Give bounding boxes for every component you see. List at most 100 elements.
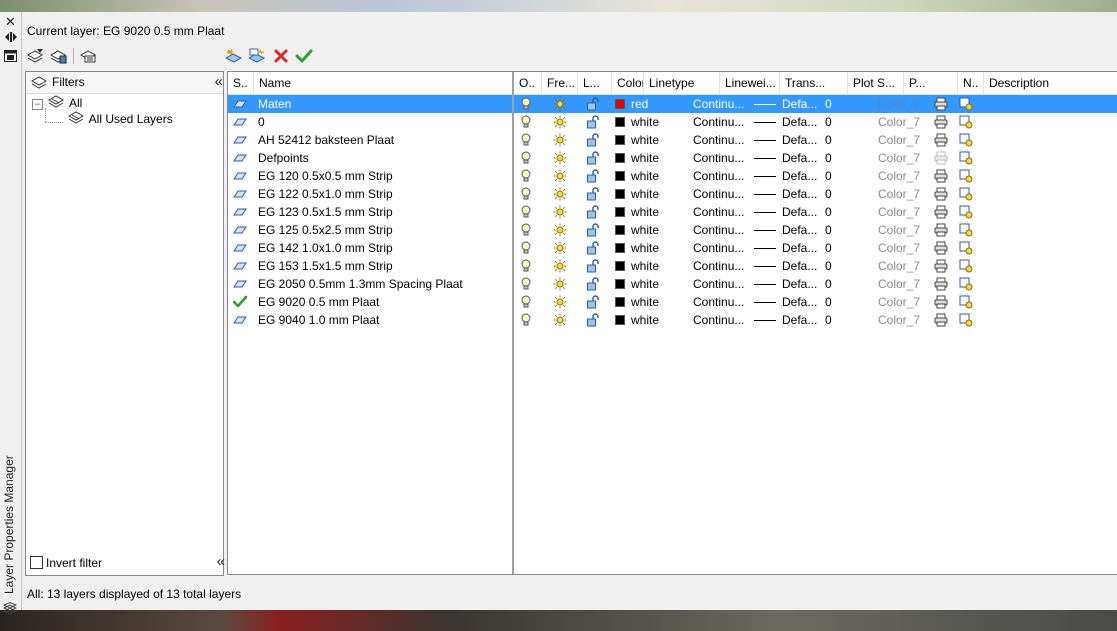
- col-lineweight-header[interactable]: Linewei...: [720, 72, 780, 94]
- printer-icon[interactable]: [934, 223, 948, 237]
- col-name-header[interactable]: Name: [254, 72, 514, 94]
- lightbulb-icon[interactable]: [520, 169, 534, 183]
- new-vp-freeze-icon[interactable]: [959, 133, 973, 147]
- col-on-header[interactable]: O..: [514, 72, 542, 94]
- new-vp-freeze-icon[interactable]: [959, 313, 973, 327]
- sun-icon[interactable]: [553, 151, 567, 165]
- layer-row[interactable]: EG 142 1.0x1.0 mm Strip white Continu... De…: [228, 239, 1117, 257]
- invert-filter-checkbox[interactable]: [30, 556, 43, 569]
- color-swatch[interactable]: [615, 261, 625, 271]
- printer-icon[interactable]: [934, 133, 948, 147]
- color-swatch[interactable]: [615, 153, 625, 163]
- printer-icon[interactable]: [934, 169, 948, 183]
- color-swatch[interactable]: [615, 315, 625, 325]
- new-vp-freeze-icon[interactable]: [959, 295, 973, 309]
- color-swatch[interactable]: [615, 243, 625, 253]
- color-swatch[interactable]: [615, 117, 625, 127]
- frozen-pane-divider[interactable]: [512, 72, 514, 574]
- lightbulb-icon[interactable]: [520, 223, 534, 237]
- col-color-header[interactable]: Color: [612, 72, 644, 94]
- new-vp-freeze-icon[interactable]: [959, 277, 973, 291]
- new-vp-freeze-icon[interactable]: [959, 259, 973, 273]
- printer-icon[interactable]: [934, 187, 948, 201]
- col-plot-header[interactable]: P...: [904, 72, 958, 94]
- lightbulb-icon[interactable]: [520, 115, 534, 129]
- col-freeze-header[interactable]: Fre...: [542, 72, 578, 94]
- lightbulb-icon[interactable]: [520, 97, 534, 111]
- sun-icon[interactable]: [553, 313, 567, 327]
- sun-icon[interactable]: [553, 223, 567, 237]
- delete-layer-icon[interactable]: [271, 46, 291, 66]
- layer-row[interactable]: EG 9020 0.5 mm Plaat white Continu... Defa.…: [228, 293, 1117, 311]
- printer-icon[interactable]: [934, 295, 948, 309]
- printer-icon[interactable]: [934, 313, 948, 327]
- layer-states-manager-icon[interactable]: [78, 46, 98, 66]
- new-layer-vp-frozen-icon[interactable]: [247, 46, 267, 66]
- sun-icon[interactable]: [553, 295, 567, 309]
- sun-icon[interactable]: [553, 277, 567, 291]
- col-transparency-header[interactable]: Trans...: [780, 72, 848, 94]
- unlock-icon[interactable]: [586, 223, 600, 237]
- lightbulb-icon[interactable]: [520, 205, 534, 219]
- layer-row[interactable]: EG 153 1.5x1.5 mm Strip white Continu... De…: [228, 257, 1117, 275]
- new-vp-freeze-icon[interactable]: [959, 241, 973, 255]
- sun-icon[interactable]: [553, 241, 567, 255]
- layer-row[interactable]: EG 2050 0.5mm 1.3mm Spacing Plaat white Co…: [228, 275, 1117, 293]
- properties-menu-icon[interactable]: [3, 50, 18, 64]
- unlock-icon[interactable]: [586, 151, 600, 165]
- lightbulb-icon[interactable]: [520, 295, 534, 309]
- unlock-icon[interactable]: [586, 115, 600, 129]
- unlock-icon[interactable]: [586, 295, 600, 309]
- lightbulb-icon[interactable]: [520, 187, 534, 201]
- sun-icon[interactable]: [553, 133, 567, 147]
- close-icon[interactable]: ✕: [3, 15, 18, 29]
- new-property-filter-icon[interactable]: [25, 46, 45, 66]
- col-description-header[interactable]: Description: [984, 72, 1117, 94]
- new-vp-freeze-icon[interactable]: [959, 151, 973, 165]
- auto-hide-icon[interactable]: [3, 31, 18, 45]
- new-vp-freeze-icon[interactable]: [959, 205, 973, 219]
- unlock-icon[interactable]: [586, 169, 600, 183]
- lightbulb-icon[interactable]: [520, 313, 534, 327]
- sun-icon[interactable]: [553, 97, 567, 111]
- layer-row[interactable]: EG 120 0.5x0.5 mm Strip white Continu... De…: [228, 167, 1117, 185]
- collapse-filters-bottom-icon[interactable]: «: [217, 553, 226, 571]
- lightbulb-icon[interactable]: [520, 277, 534, 291]
- printer-icon[interactable]: [934, 115, 948, 129]
- layer-row[interactable]: 0 white Continu... Defa... 0 Color_7: [228, 113, 1117, 131]
- printer-icon[interactable]: [934, 241, 948, 255]
- lightbulb-icon[interactable]: [520, 259, 534, 273]
- layer-row[interactable]: Defpoints white Continu... Defa... 0 Color_7: [228, 149, 1117, 167]
- tree-item-all-used-layers[interactable]: All Used Layers: [66, 111, 173, 127]
- new-group-filter-icon[interactable]: [48, 46, 68, 66]
- new-vp-freeze-icon[interactable]: [959, 223, 973, 237]
- col-status-header[interactable]: S..: [228, 72, 254, 94]
- tree-item-all[interactable]: − All: [32, 95, 82, 111]
- sun-icon[interactable]: [553, 115, 567, 129]
- printer-icon[interactable]: [934, 97, 948, 111]
- col-lock-header[interactable]: L...: [578, 72, 612, 94]
- sun-icon[interactable]: [553, 169, 567, 183]
- set-current-icon[interactable]: [294, 46, 314, 66]
- unlock-icon[interactable]: [586, 259, 600, 273]
- unlock-icon[interactable]: [586, 313, 600, 327]
- lightbulb-icon[interactable]: [520, 151, 534, 165]
- unlock-icon[interactable]: [586, 241, 600, 255]
- col-newvp-header[interactable]: N..: [958, 72, 984, 94]
- layer-row[interactable]: EG 122 0.5x1.0 mm Strip white Continu... De…: [228, 185, 1117, 203]
- col-plotstyle-header[interactable]: Plot S...: [848, 72, 904, 94]
- unlock-icon[interactable]: [586, 187, 600, 201]
- sun-icon[interactable]: [553, 205, 567, 219]
- col-linetype-header[interactable]: Linetype: [644, 72, 720, 94]
- collapse-filters-icon[interactable]: «: [215, 73, 224, 91]
- layer-row[interactable]: EG 9040 1.0 mm Plaat white Continu... Defa.…: [228, 311, 1117, 329]
- color-swatch[interactable]: [615, 99, 625, 109]
- sun-icon[interactable]: [553, 187, 567, 201]
- layer-row[interactable]: EG 123 0.5x1.5 mm Strip white Continu... De…: [228, 203, 1117, 221]
- sun-icon[interactable]: [553, 259, 567, 273]
- layer-row[interactable]: Maten red Continu... Defa... 0 Color_1: [228, 95, 1117, 113]
- color-swatch[interactable]: [615, 297, 625, 307]
- color-swatch[interactable]: [615, 279, 625, 289]
- layer-row[interactable]: AH 52412 baksteen Plaat white Continu... De…: [228, 131, 1117, 149]
- printer-icon[interactable]: [934, 259, 948, 273]
